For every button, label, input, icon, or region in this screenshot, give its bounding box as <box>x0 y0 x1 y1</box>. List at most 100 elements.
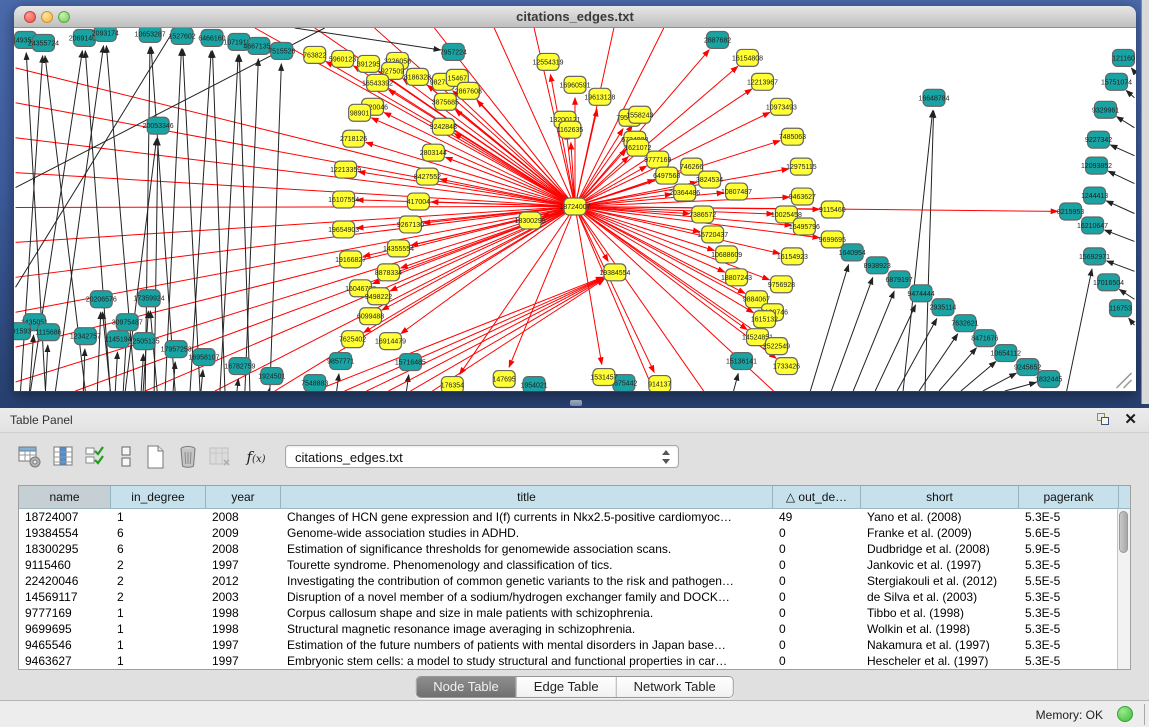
graph-node[interactable]: 16210647 <box>1077 217 1108 234</box>
graph-node[interactable]: 1145194 <box>105 331 132 348</box>
graph-node[interactable]: 9777169 <box>644 151 671 168</box>
network-canvas[interactable]: 1872400714935572435572420691406209317410… <box>14 28 1136 391</box>
graph-node[interactable]: 1162635 <box>557 121 584 138</box>
tab-network-table[interactable]: Network Table <box>616 677 733 697</box>
graph-node[interactable]: 12093852 <box>1081 157 1112 174</box>
table-cell[interactable]: Corpus callosum shape and size in male p… <box>281 605 773 621</box>
table-cell[interactable]: 0 <box>773 525 861 541</box>
table-cell[interactable]: 6 <box>111 541 206 557</box>
graph-node[interactable]: 15716485 <box>395 354 426 371</box>
network-file-selector[interactable]: citations_edges.txt <box>285 445 679 468</box>
network-graph[interactable]: 1872400714935572435572420691406209317410… <box>14 28 1136 391</box>
graph-node[interactable]: 16107554 <box>328 191 359 208</box>
table-cell[interactable]: 0 <box>773 557 861 573</box>
graph-node[interactable]: 9699695 <box>819 231 846 248</box>
table-cell[interactable]: Franke et al. (2009) <box>861 525 1019 541</box>
table-row[interactable]: 2242004622012Investigating the contribut… <box>19 573 1130 589</box>
column-header-in_degree[interactable]: in_degree <box>111 486 206 508</box>
graph-node[interactable]: 9245652 <box>1014 359 1041 376</box>
graph-node[interactable]: 9115460 <box>819 201 846 218</box>
graph-node[interactable]: 18807243 <box>721 269 752 286</box>
table-cell[interactable]: Hescheler et al. (1997) <box>861 653 1019 669</box>
graph-node[interactable]: 19384554 <box>599 264 630 281</box>
table-cell[interactable]: 18724007 <box>19 509 111 525</box>
graph-node[interactable]: 8938923 <box>864 257 891 274</box>
resize-grip-icon[interactable] <box>1117 373 1132 388</box>
graph-node[interactable]: 12554319 <box>533 53 564 70</box>
graph-node[interactable]: 1115686 <box>35 324 61 341</box>
graph-node[interactable]: 6099488 <box>357 308 384 325</box>
table-cell[interactable]: 9699695 <box>19 621 111 637</box>
graph-node[interactable]: 14355554 <box>383 240 414 257</box>
graph-node[interactable]: 9329961 <box>1092 101 1119 118</box>
table-cell[interactable]: Disruption of a novel member of a sodium… <box>281 589 773 605</box>
table-cell[interactable]: Genome-wide association studies in ADHD. <box>281 525 773 541</box>
function-builder-icon[interactable]: f(x) <box>242 443 270 471</box>
table-cell[interactable]: 5.3E-5 <box>1019 509 1119 525</box>
graph-node[interactable]: 9756928 <box>768 276 795 293</box>
memory-ok-indicator[interactable] <box>1117 706 1133 722</box>
table-row[interactable]: 1830029562008Estimation of significance … <box>19 541 1130 557</box>
graph-node[interactable]: 9857771 <box>327 353 354 370</box>
table-cell[interactable]: 1998 <box>206 621 281 637</box>
table-cell[interactable]: Tourette syndrome. Phenomenology and cla… <box>281 557 773 573</box>
table-cell[interactable]: 1 <box>111 605 206 621</box>
graph-node[interactable]: 2935114 <box>930 299 957 316</box>
graph-node[interactable]: 1954021 <box>521 377 548 391</box>
graph-node[interactable]: 9267130 <box>397 216 424 233</box>
delete-column-icon[interactable] <box>174 443 202 471</box>
table-row[interactable]: 1938455462009Genome-wide association stu… <box>19 525 1130 541</box>
table-cell[interactable]: 0 <box>773 589 861 605</box>
graph-node[interactable]: 17957253 <box>161 341 192 358</box>
table-cell[interactable]: 2012 <box>206 573 281 589</box>
import-table-icon[interactable] <box>206 443 234 471</box>
graph-node[interactable]: 116753 <box>1109 300 1132 317</box>
table-cell[interactable]: 5.6E-5 <box>1019 525 1119 541</box>
column-header-pagerank[interactable]: pagerank <box>1019 486 1119 508</box>
table-row[interactable]: 969969511998Structural magnetic resonanc… <box>19 621 1130 637</box>
graph-node[interactable]: 121160 <box>1112 49 1135 66</box>
table-cell[interactable]: Estimation of the future numbers of pati… <box>281 637 773 653</box>
graph-node[interactable]: 5960123 <box>329 50 356 67</box>
graph-node[interactable]: 15720437 <box>697 226 728 243</box>
graph-node[interactable]: 16960591 <box>559 76 590 93</box>
graph-node[interactable]: 10653287 <box>135 28 166 42</box>
tab-node-table[interactable]: Node Table <box>416 677 516 697</box>
graph-node[interactable]: 2887682 <box>704 31 731 48</box>
table-cell[interactable]: 2 <box>111 573 206 589</box>
table-cell[interactable]: 1 <box>111 653 206 669</box>
graph-node[interactable]: 16543392 <box>362 74 393 91</box>
table-cell[interactable]: Structural magnetic resonance image aver… <box>281 621 773 637</box>
table-cell[interactable]: 1997 <box>206 653 281 669</box>
graph-node[interactable]: 15136141 <box>726 353 757 370</box>
table-cell[interactable]: Jankovic et al. (1997) <box>861 557 1019 573</box>
graph-node[interactable]: 1733426 <box>773 358 800 375</box>
graph-node[interactable]: 176354 <box>441 377 464 391</box>
table-cell[interactable]: Stergiakouli et al. (2012) <box>861 573 1019 589</box>
graph-node[interactable]: 7957224 <box>440 43 467 60</box>
table-cell[interactable]: 9115460 <box>19 557 111 573</box>
graph-node[interactable]: 17016504 <box>1093 274 1124 291</box>
table-cell[interactable]: 1 <box>111 637 206 653</box>
graph-node[interactable]: 2803144 <box>420 144 447 161</box>
table-cell[interactable]: 1997 <box>206 557 281 573</box>
graph-node[interactable]: 19613128 <box>584 88 615 105</box>
table-cell[interactable]: Estimation of significance thresholds fo… <box>281 541 773 557</box>
graph-node[interactable]: 7625402 <box>339 331 366 348</box>
table-mode-icon[interactable] <box>16 443 44 471</box>
column-visibility-icon[interactable] <box>50 443 78 471</box>
graph-node[interactable]: 7485063 <box>779 128 806 145</box>
network-window[interactable]: citations_edges.txt 18724007149355724355… <box>14 6 1136 392</box>
graph-node[interactable]: 9498222 <box>365 288 392 305</box>
graph-node[interactable]: 10688609 <box>711 246 742 263</box>
close-panel-icon[interactable]: ✕ <box>1124 410 1137 428</box>
graph-node[interactable]: 46671358 <box>243 37 274 54</box>
graph-node[interactable]: 9474444 <box>907 285 934 302</box>
graph-node[interactable]: 19654903 <box>328 221 359 238</box>
unselect-rows-icon[interactable] <box>112 443 140 471</box>
graph-node[interactable]: 147695 <box>493 371 516 388</box>
graph-node[interactable]: 8427552 <box>414 168 441 185</box>
column-header-short[interactable]: short <box>861 486 1019 508</box>
graph-node[interactable]: 6497568 <box>653 167 680 184</box>
graph-node[interactable]: 1531457 <box>590 369 617 386</box>
